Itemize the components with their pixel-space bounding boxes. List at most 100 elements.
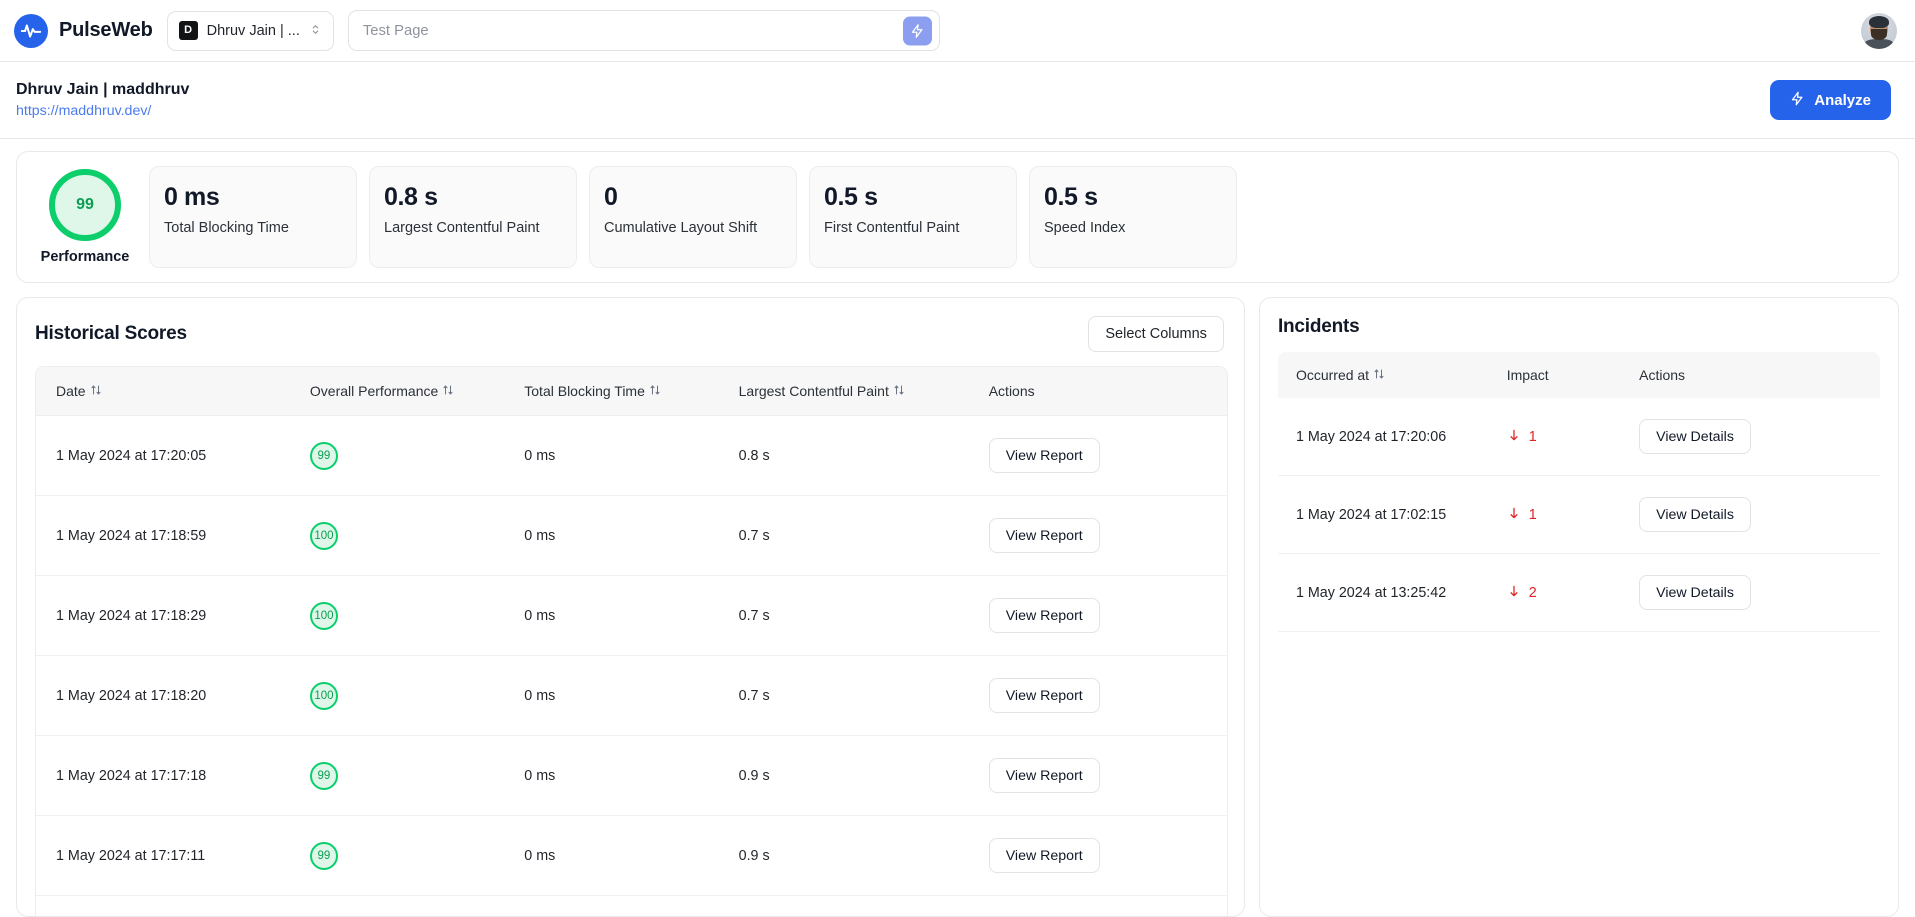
incidents-table-wrap: Occurred at Impact Actions 1 May 2024 at 1… bbox=[1260, 352, 1898, 632]
cell-date: 1 May 2024 at 17:18:20 bbox=[36, 655, 310, 736]
column-header-impact: Impact bbox=[1506, 352, 1640, 398]
score-badge: 100 bbox=[309, 521, 338, 550]
view-report-button[interactable]: View Report bbox=[988, 758, 1100, 793]
column-header-overall-performance[interactable]: Overall Performance bbox=[309, 367, 525, 416]
analyze-button[interactable]: Analyze bbox=[1770, 80, 1891, 120]
view-report-button[interactable]: View Report bbox=[988, 438, 1100, 473]
cell-actions: View Details bbox=[1639, 475, 1880, 554]
metric-tiles: 0 ms Total Blocking Time 0.8 s Largest Cont… bbox=[149, 166, 1237, 268]
metric-value: 0.5 s bbox=[824, 183, 878, 211]
column-label: Actions bbox=[1639, 367, 1686, 383]
cell-impact: 1 bbox=[1506, 398, 1640, 476]
cell-date: 1 May 2024 at 17:17:18 bbox=[36, 735, 310, 816]
avatar[interactable] bbox=[1861, 12, 1897, 49]
incidents-table: Occurred at Impact Actions 1 May 2024 at 1… bbox=[1277, 352, 1880, 632]
metric-value: 0 ms bbox=[164, 183, 220, 211]
table-header-row: Date Overall Performance Total Blocking Ti… bbox=[36, 367, 1227, 416]
cell-actions: View Report bbox=[988, 415, 1227, 496]
column-header-total-blocking-time[interactable]: Total Blocking Time bbox=[524, 367, 739, 416]
page-title: Dhruv Jain | maddhruv bbox=[16, 80, 190, 98]
cell-occurred-at: 1 May 2024 at 17:02:15 bbox=[1277, 475, 1507, 554]
cell-total-blocking-time: 0 ms bbox=[524, 575, 739, 656]
column-header-largest-contentful-paint[interactable]: Largest Contentful Paint bbox=[738, 367, 989, 416]
select-columns-button[interactable]: Select Columns bbox=[1088, 316, 1224, 352]
url-input[interactable] bbox=[348, 11, 939, 50]
cell-actions: View Details bbox=[1639, 553, 1880, 632]
view-report-button[interactable]: View Report bbox=[988, 518, 1100, 553]
cell-overall-performance: 100 bbox=[309, 575, 525, 656]
cell-overall-performance: 99 bbox=[309, 415, 525, 496]
column-label: Overall Performance bbox=[309, 383, 439, 399]
sort-updown-icon bbox=[90, 385, 102, 399]
table-row: 1 May 2024 at 17:18:29 100 0 ms 0.7 s View R… bbox=[36, 575, 1227, 656]
historical-table-body: 1 May 2024 at 17:20:05 99 0 ms 0.8 s View Re… bbox=[36, 415, 1227, 916]
view-details-button[interactable]: View Details bbox=[1639, 575, 1751, 610]
metric-value: 0 bbox=[604, 183, 618, 211]
cell-actions: View Report bbox=[988, 655, 1227, 736]
cell-actions: View Report bbox=[988, 735, 1227, 816]
impact-value: 2 bbox=[1528, 584, 1537, 601]
metric-name: Cumulative Layout Shift bbox=[604, 219, 758, 236]
table-row: 1 May 2024 at 17:18:59 100 0 ms 0.7 s View R… bbox=[36, 495, 1227, 576]
table-row: 1 May 2024 at 17:18:20 100 0 ms 0.7 s View R… bbox=[36, 655, 1227, 736]
view-details-button[interactable]: View Details bbox=[1639, 497, 1751, 532]
score-badge: 99 bbox=[309, 841, 338, 870]
cell-impact: 1 bbox=[1506, 475, 1640, 554]
sort-updown-icon bbox=[649, 385, 661, 399]
page-url-link[interactable]: https://maddhruv.dev/ bbox=[16, 101, 189, 122]
view-report-button[interactable]: View Report bbox=[988, 678, 1100, 713]
lightning-bolt-icon bbox=[1790, 91, 1805, 110]
table-row: 1 May 2024 at 17:17:18 99 0 ms 0.9 s View Re… bbox=[36, 735, 1227, 816]
cell-overall-performance: 100 bbox=[309, 495, 525, 576]
run-test-button[interactable] bbox=[902, 16, 932, 45]
cell-date: 1 May 2024 at 17:18:59 bbox=[36, 495, 310, 576]
table-row: 1 May 2024 at 17:02:15 1 View Details bbox=[1277, 475, 1880, 554]
cell-actions: View Details bbox=[1639, 398, 1880, 476]
cell-largest-contentful-paint: 0.9 s bbox=[738, 815, 989, 896]
metric-tile: 0 ms Total Blocking Time bbox=[149, 166, 357, 268]
table-row: 1 May 2024 at 17:20:05 99 0 ms 0.8 s View Re… bbox=[36, 415, 1227, 496]
metric-tile: 0 Cumulative Layout Shift bbox=[589, 166, 797, 268]
column-label: Occurred at bbox=[1295, 367, 1370, 383]
view-report-button[interactable]: View Report bbox=[988, 598, 1100, 633]
cell-largest-contentful-paint: 0.7 s bbox=[738, 655, 989, 736]
cell-total-blocking-time: 0 ms bbox=[524, 655, 739, 736]
column-label: Total Blocking Time bbox=[524, 383, 645, 399]
score-badge: 99 bbox=[309, 761, 338, 790]
score-badge: 100 bbox=[309, 601, 338, 630]
table-row: 1 May 2024 at 13:25:42 2 View Details bbox=[1277, 553, 1880, 632]
view-report-button[interactable]: View Report bbox=[988, 838, 1100, 873]
cell-largest-contentful-paint: 0.7 s bbox=[738, 575, 989, 656]
avatar-body bbox=[1864, 39, 1894, 49]
cell-largest-contentful-paint: 0.8 s bbox=[738, 895, 989, 916]
historical-scores-title: Historical Scores bbox=[35, 323, 187, 344]
incidents-panel: Incidents Occurred at Impact Actions 1 May… bbox=[1258, 297, 1899, 917]
cell-occurred-at: 1 May 2024 at 17:20:06 bbox=[1277, 398, 1507, 476]
historical-table-scroll[interactable]: Date Overall Performance Total Blocking Ti… bbox=[35, 366, 1228, 916]
project-selector[interactable]: D Dhruv Jain | ... bbox=[166, 10, 334, 51]
cell-date: 1 May 2024 at 17:18:29 bbox=[36, 575, 310, 656]
project-favicon: D bbox=[178, 21, 198, 40]
score-label: Performance bbox=[40, 249, 130, 265]
top-navigation-bar: PulseWeb D Dhruv Jain | ... bbox=[0, 0, 1915, 62]
metric-name: Total Blocking Time bbox=[164, 219, 289, 236]
performance-score: 99 Performance bbox=[33, 166, 137, 268]
metric-name: Speed Index bbox=[1044, 219, 1126, 236]
metric-name: Largest Contentful Paint bbox=[384, 219, 540, 236]
column-header-occurred-at[interactable]: Occurred at bbox=[1277, 352, 1507, 398]
column-header-actions: Actions bbox=[1639, 352, 1880, 398]
score-badge: 99 bbox=[309, 441, 338, 470]
metric-value: 0.5 s bbox=[1044, 183, 1098, 211]
table-row: 1 May 2024 at 17:17:11 99 0 ms 0.9 s View Re… bbox=[36, 815, 1227, 896]
pulse-wave-icon bbox=[14, 13, 48, 48]
metric-value: 0.8 s bbox=[384, 183, 438, 211]
column-header-date[interactable]: Date bbox=[36, 367, 310, 416]
view-details-button[interactable]: View Details bbox=[1639, 419, 1751, 454]
arrow-down-icon bbox=[1507, 428, 1521, 445]
cell-total-blocking-time: 0 ms bbox=[524, 495, 739, 576]
historical-scores-header: Historical Scores Select Columns bbox=[17, 298, 1244, 366]
cell-actions: View Report bbox=[988, 495, 1227, 576]
table-row: 1 May 2024 at 17:20:06 1 View Details bbox=[1277, 398, 1880, 476]
brand-name: PulseWeb bbox=[59, 19, 153, 41]
analyze-button-label: Analyze bbox=[1814, 91, 1871, 109]
